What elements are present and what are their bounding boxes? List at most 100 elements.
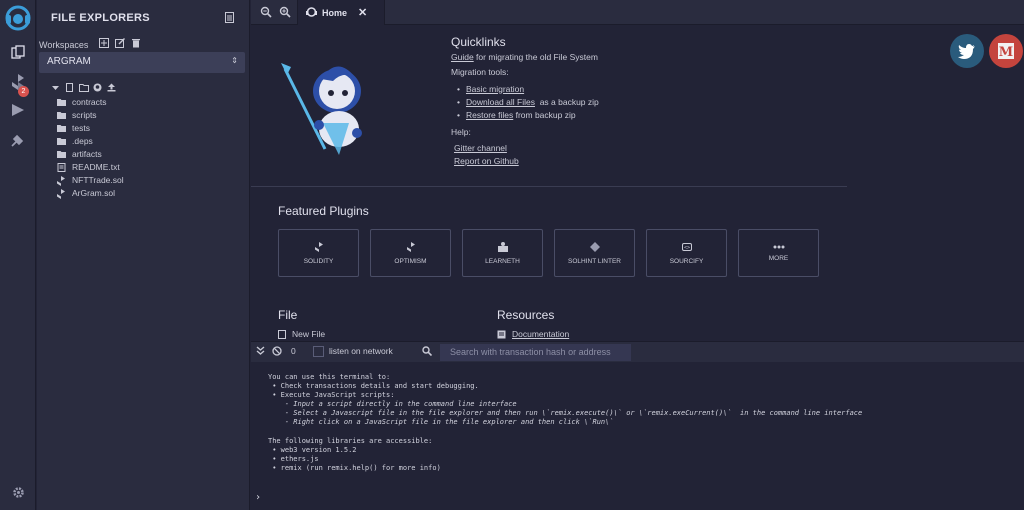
folder-icon (57, 124, 66, 132)
restore-files-link[interactable]: Restore files (466, 110, 513, 120)
documentation-link[interactable]: Documentation (497, 329, 569, 339)
tree-item[interactable]: tests (57, 121, 124, 134)
workspace-selected-value: ARGRAM (47, 56, 91, 67)
terminal-output[interactable]: You can use this terminal to: • Check tr… (251, 362, 1024, 510)
new-file-link[interactable]: New File (278, 329, 325, 339)
terminal-line: • remix (run remix.help() for more info) (268, 464, 441, 472)
text-file-icon (57, 162, 66, 172)
tree-item[interactable]: ArGram.sol (57, 186, 124, 199)
file-tree: contracts scripts tests .deps artifacts … (57, 95, 124, 199)
transaction-search-input[interactable]: Search with transaction hash or address (440, 344, 631, 361)
folder-icon (57, 98, 66, 106)
terminal-line: - Select a Javascript file in the file e… (268, 409, 863, 417)
activity-bar: 2 (0, 0, 36, 510)
editor-tab-bar: Home ✕ (251, 0, 1024, 25)
svg-text:<>: <> (683, 245, 689, 251)
featured-plugins-title: Featured Plugins (278, 204, 369, 218)
new-folder-icon[interactable] (79, 83, 89, 92)
zoom-out-icon[interactable] (260, 6, 272, 18)
terminal-line-ethers[interactable]: • ethers.js (268, 455, 318, 463)
tree-item[interactable]: scripts (57, 108, 124, 121)
terminal-line: The following libraries are accessible: (268, 437, 433, 445)
tab-home[interactable]: Home ✕ (297, 0, 385, 25)
collapse-caret-icon[interactable] (51, 83, 60, 92)
terminal-line: - Input a script directly in the command… (268, 400, 517, 408)
guide-line: Guide for migrating the old File System (451, 52, 598, 62)
migration-tools-title: Migration tools: (451, 67, 509, 77)
list-item: Download all Files as a backup zip (457, 95, 599, 108)
panel-title: FILE EXPLORERS (51, 12, 150, 24)
terminal-line: You can use this terminal to: (268, 373, 391, 381)
twitter-button[interactable] (950, 34, 984, 68)
folder-icon (57, 137, 66, 145)
tree-item[interactable]: contracts (57, 95, 124, 108)
terminal-line: • Check transactions details and start d… (268, 382, 479, 390)
remix-mascot-illustration (277, 49, 387, 161)
tab-home-label: Home (322, 7, 348, 18)
solidity-file-icon (57, 188, 66, 199)
terminal-prompt[interactable]: › (255, 492, 261, 503)
listen-network-label: listen on network (329, 346, 393, 356)
tree-item[interactable]: artifacts (57, 147, 124, 160)
tree-item[interactable]: .deps (57, 134, 124, 147)
clear-console-icon[interactable] (272, 346, 282, 358)
twitter-icon (958, 43, 975, 59)
remix-tab-icon (306, 6, 317, 19)
plugin-more-button[interactable]: MORE (738, 229, 819, 277)
resources-section-title: Resources (497, 308, 555, 322)
settings-gear-icon[interactable] (8, 482, 28, 502)
solidity-file-icon (57, 175, 66, 186)
plugin-solhint-linter-button[interactable]: SOLHINT LINTER (554, 229, 635, 277)
zoom-in-icon[interactable] (279, 6, 291, 18)
tree-item[interactable]: NFTTrade.sol (57, 173, 124, 186)
download-all-files-link[interactable]: Download all Files (466, 97, 535, 107)
upload-icon[interactable] (107, 83, 116, 92)
optimism-icon (406, 241, 415, 252)
migration-list: Basic migration Download all Files as a … (457, 82, 599, 121)
quicklinks-title: Quicklinks (451, 35, 506, 49)
new-file-icon[interactable] (65, 83, 74, 92)
terminal-line: - Right click on a JavaScript file in th… (268, 418, 614, 426)
help-title: Help: (451, 127, 471, 137)
solhint-icon (589, 241, 600, 252)
gitter-channel-link[interactable]: Gitter channel (454, 143, 507, 153)
collapse-terminal-icon[interactable] (256, 346, 265, 358)
folder-icon (57, 150, 66, 158)
plugin-sourcify-button[interactable]: <> SOURCIFY (646, 229, 727, 277)
svg-text:M: M (999, 45, 1013, 59)
basic-migration-link[interactable]: Basic migration (466, 84, 524, 94)
medium-button[interactable]: M (989, 34, 1023, 68)
terminal-line: • Execute JavaScript scripts: (268, 391, 395, 399)
report-github-link[interactable]: Report on Github (454, 156, 519, 166)
guide-link[interactable]: Guide (451, 52, 474, 62)
listen-network-checkbox[interactable] (313, 346, 324, 357)
deploy-run-icon[interactable] (8, 100, 28, 120)
tree-item[interactable]: README.txt (57, 160, 124, 173)
delete-workspace-icon[interactable] (131, 38, 141, 48)
guide-text: for migrating the old File System (473, 52, 598, 62)
plugin-solidity-button[interactable]: SOLIDITY (278, 229, 359, 277)
book-icon (497, 330, 506, 338)
home-tab-content: Quicklinks Guide for migrating the old F… (251, 25, 1024, 341)
github-icon[interactable] (93, 83, 102, 92)
learneth-icon (497, 241, 508, 252)
medium-icon: M (998, 43, 1014, 59)
list-item: Restore files from backup zip (457, 108, 599, 121)
terminal-line-web3[interactable]: • web3 version 1.5.2 (268, 446, 356, 454)
file-icon (278, 329, 286, 339)
file-explorer-icon[interactable] (8, 42, 28, 62)
workspace-select[interactable]: ARGRAM ⇕ (39, 52, 245, 73)
plugin-learneth-button[interactable]: LEARNETH (462, 229, 543, 277)
plugin-manager-icon[interactable] (8, 130, 28, 150)
plugin-optimism-button[interactable]: OPTIMISM (370, 229, 451, 277)
more-dots-icon (773, 245, 784, 248)
sourcify-icon: <> (681, 242, 692, 251)
remix-logo-icon[interactable] (4, 4, 32, 32)
create-workspace-icon[interactable] (99, 38, 109, 48)
search-icon (422, 346, 433, 358)
file-section-title: File (278, 308, 298, 322)
rename-workspace-icon[interactable] (115, 38, 125, 48)
close-tab-icon[interactable]: ✕ (358, 6, 367, 19)
featured-plugins-row: SOLIDITY OPTIMISM LEARNETH SOLHINT LINTE… (278, 229, 819, 277)
panel-doc-icon[interactable] (225, 12, 235, 23)
